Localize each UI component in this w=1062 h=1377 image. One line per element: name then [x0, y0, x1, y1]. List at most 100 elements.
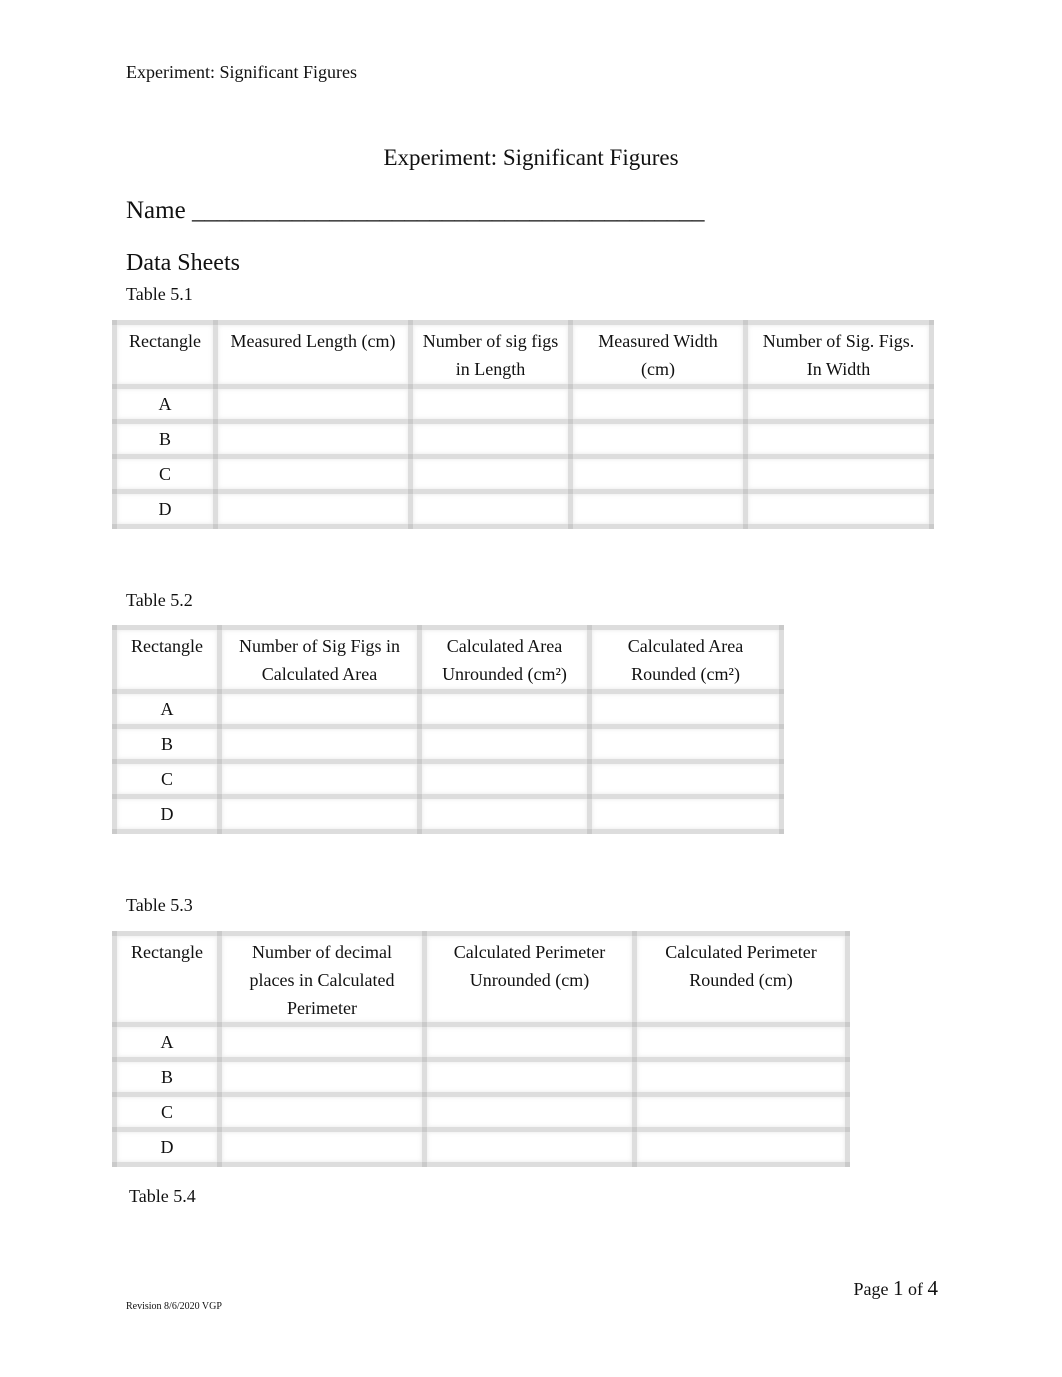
row-label: D [112, 1127, 222, 1167]
input-cell[interactable] [417, 724, 592, 764]
row-label: A [112, 1022, 222, 1062]
input-cell[interactable] [408, 419, 573, 459]
row-label: D [112, 489, 218, 529]
table-caption: Table 5.4 [129, 1186, 196, 1206]
page-of: of [908, 1279, 923, 1299]
table-row: A [112, 1022, 850, 1062]
input-cell[interactable] [743, 454, 934, 494]
input-cell[interactable] [213, 454, 413, 494]
input-cell[interactable] [217, 759, 422, 799]
column-header: Number of Sig. Figs. In Width [743, 320, 934, 389]
column-header-text: Measured Width (cm) [598, 331, 718, 379]
table-row: A [112, 384, 934, 424]
input-cell[interactable] [422, 1022, 637, 1062]
row-label: B [112, 419, 218, 459]
column-header-text: Number of Sig. Figs. In Width [762, 331, 915, 379]
input-cell[interactable] [217, 794, 422, 834]
row-label: A [112, 384, 218, 424]
column-header: Calculated Area Rounded (cm²) [587, 625, 784, 694]
table-row: C [112, 759, 784, 799]
table-caption: Table 5.1 [126, 284, 193, 304]
column-header: Measured Length (cm) [213, 320, 413, 389]
row-label: C [112, 1092, 222, 1132]
input-cell[interactable] [217, 1127, 427, 1167]
table-row: D [112, 1127, 850, 1167]
input-cell[interactable] [417, 794, 592, 834]
input-cell[interactable] [743, 489, 934, 529]
running-header: Experiment: Significant Figures [126, 62, 357, 82]
input-cell[interactable] [568, 454, 748, 494]
column-header: Number of Sig Figs in Calculated Area [217, 625, 422, 694]
column-header: Number of sig figs in Length [408, 320, 573, 389]
table-row: C [112, 1092, 850, 1132]
table-row: C [112, 454, 934, 494]
row-label: D [112, 794, 222, 834]
input-cell[interactable] [632, 1127, 850, 1167]
input-cell[interactable] [213, 384, 413, 424]
table-row: B [112, 419, 934, 459]
name-blank-line[interactable]: ________________________________________… [192, 197, 705, 224]
input-cell[interactable] [632, 1092, 850, 1132]
input-cell[interactable] [568, 489, 748, 529]
table-row: B [112, 1057, 850, 1097]
input-cell[interactable] [422, 1057, 637, 1097]
row-label: B [112, 724, 222, 764]
input-cell[interactable] [587, 724, 784, 764]
column-header-text: Calculated Perimeter Unrounded (cm) [453, 942, 606, 990]
input-cell[interactable] [408, 489, 573, 529]
page-current: 1 [893, 1276, 904, 1300]
page-total: 4 [927, 1276, 939, 1300]
column-header-text: Calculated Area Rounded (cm²) [627, 636, 744, 684]
column-header: Calculated Perimeter Unrounded (cm) [422, 931, 637, 1027]
input-cell[interactable] [632, 1022, 850, 1062]
column-header-text: Calculated Area Unrounded (cm²) [442, 636, 567, 684]
table-row: B [112, 724, 784, 764]
column-header: Calculated Perimeter Rounded (cm) [632, 931, 850, 1027]
column-header-text: Number of decimal places in Calculated P… [249, 942, 395, 1018]
column-header-text: Number of Sig Figs in Calculated Area [238, 636, 400, 684]
row-label: C [112, 759, 222, 799]
input-cell[interactable] [587, 689, 784, 729]
input-cell[interactable] [417, 759, 592, 799]
column-header: Rectangle [112, 931, 222, 1027]
table-row: D [112, 489, 934, 529]
input-cell[interactable] [408, 454, 573, 494]
revision-note: Revision 8/6/2020 VGP [126, 1301, 222, 1312]
section-title: Data Sheets [126, 250, 240, 276]
table-5-3: Rectangle Number of decimal places in Ca… [112, 931, 850, 1167]
input-cell[interactable] [568, 384, 748, 424]
column-header: Calculated Area Unrounded (cm²) [417, 625, 592, 694]
input-cell[interactable] [422, 1092, 637, 1132]
page-number: Page 1 of 4 [854, 1276, 939, 1301]
input-cell[interactable] [587, 794, 784, 834]
input-cell[interactable] [217, 689, 422, 729]
table-caption: Table 5.3 [126, 895, 193, 915]
input-cell[interactable] [217, 1092, 427, 1132]
input-cell[interactable] [422, 1127, 637, 1167]
table-caption: Table 5.2 [126, 590, 193, 610]
row-label: B [112, 1057, 222, 1097]
column-header: Rectangle [112, 625, 222, 694]
page-prefix: Page [853, 1279, 889, 1299]
input-cell[interactable] [217, 1057, 427, 1097]
column-header: Rectangle [112, 320, 218, 389]
table-row: D [112, 794, 784, 834]
input-cell[interactable] [213, 419, 413, 459]
input-cell[interactable] [743, 419, 934, 459]
input-cell[interactable] [213, 489, 413, 529]
row-label: C [112, 454, 218, 494]
input-cell[interactable] [417, 689, 592, 729]
input-cell[interactable] [587, 759, 784, 799]
table-row: A [112, 689, 784, 729]
name-field[interactable]: Name ___________________________________… [126, 197, 704, 225]
input-cell[interactable] [632, 1057, 850, 1097]
column-header: Number of decimal places in Calculated P… [217, 931, 427, 1027]
document-title: Experiment: Significant Figures [383, 145, 679, 170]
name-label: Name [126, 197, 186, 224]
input-cell[interactable] [408, 384, 573, 424]
input-cell[interactable] [743, 384, 934, 424]
table-5-1: Rectangle Measured Length (cm) Number of… [112, 320, 934, 529]
input-cell[interactable] [217, 1022, 427, 1062]
input-cell[interactable] [568, 419, 748, 459]
input-cell[interactable] [217, 724, 422, 764]
